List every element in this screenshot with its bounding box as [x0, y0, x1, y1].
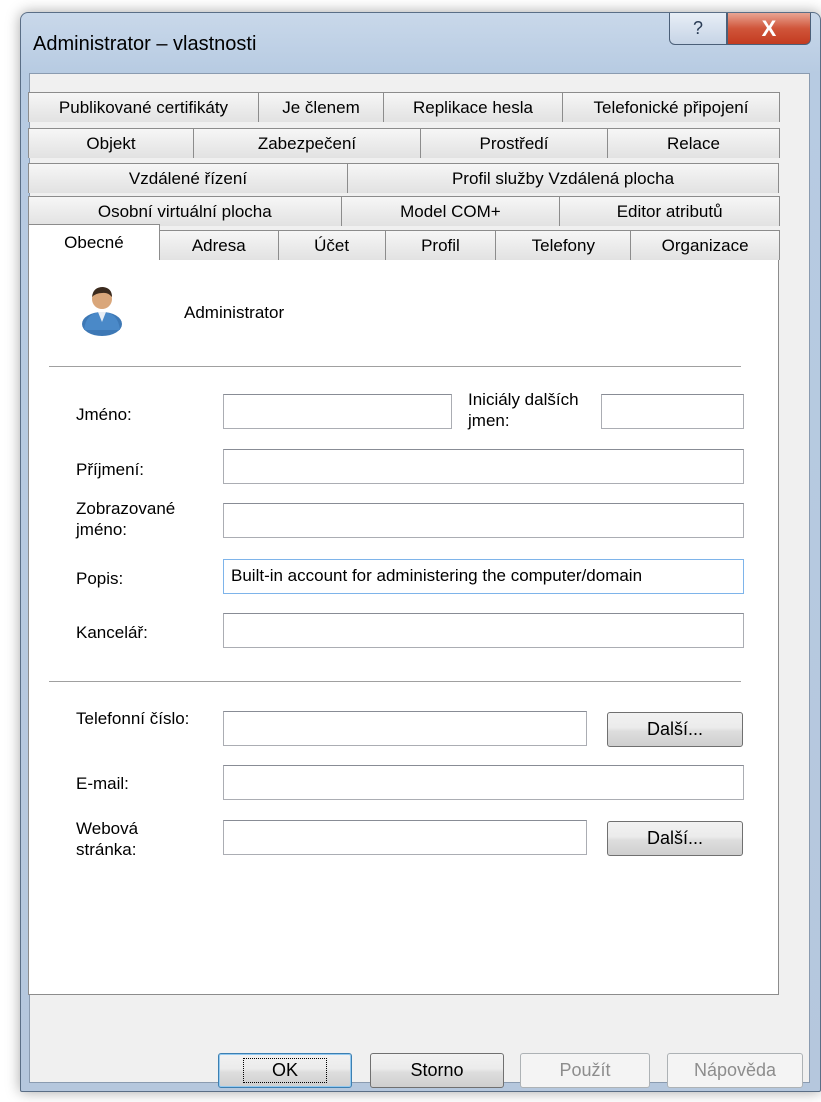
tab-row-3: Vzdálené řízení Profil služby Vzdálená p… — [28, 163, 779, 193]
tab-telefonicke-pripojeni[interactable]: Telefonické připojení — [562, 92, 780, 122]
ok-button-label: OK — [242, 1058, 327, 1083]
tab-profil-sluzby-vzdalena-plocha[interactable]: Profil služby Vzdálená plocha — [347, 163, 779, 193]
jmeno-label: Jméno: — [76, 405, 132, 424]
tab-je-clenem[interactable]: Je členem — [258, 92, 384, 122]
separator-bottom — [49, 681, 741, 682]
close-icon: X — [761, 15, 777, 41]
popis-label: Popis: — [76, 569, 124, 588]
tab-replikace-hesla[interactable]: Replikace hesla — [383, 92, 563, 122]
email-label: E-mail: — [76, 774, 129, 793]
tab-model-com[interactable]: Model COM+ — [340, 196, 561, 226]
prijmeni-label: Příjmení: — [76, 460, 145, 479]
tab-zabezpeceni[interactable]: Zabezpečení — [193, 128, 421, 158]
kancelar-field[interactable] — [223, 613, 744, 648]
web-more-button[interactable]: Další... — [607, 821, 743, 856]
window-title: Administrator – vlastnosti — [33, 33, 257, 55]
inicialy-field[interactable] — [601, 394, 744, 429]
ok-button[interactable]: OK — [218, 1053, 352, 1088]
storno-button[interactable]: Storno — [370, 1053, 504, 1088]
web-field[interactable] — [223, 820, 587, 855]
tab-row-1: Publikované certifikáty Je členem Replik… — [28, 92, 780, 122]
tab-osobni-virtualni-plocha[interactable]: Osobní virtuální plocha — [28, 196, 342, 226]
zobrazovane-jmeno-label: Zobrazované jméno: — [76, 499, 176, 539]
tab-row-2: Objekt Zabezpečení Prostředí Relace — [28, 128, 780, 158]
telefon-more-button[interactable]: Další... — [607, 712, 743, 747]
separator-top — [49, 366, 741, 367]
inicialy-label: Iniciály dalších jmen: — [468, 390, 579, 430]
tab-editor-atributu[interactable]: Editor atributů — [559, 196, 780, 226]
tab-row-4: Osobní virtuální plocha Model COM+ Edito… — [28, 196, 780, 226]
popis-field[interactable]: Built-in account for administering the c… — [223, 559, 744, 594]
tab-publikovane-certifikaty[interactable]: Publikované certifikáty — [28, 92, 259, 122]
tab-ucet[interactable]: Účet — [277, 230, 386, 260]
pouzit-button[interactable]: Použít — [520, 1053, 650, 1088]
kancelar-label: Kancelář: — [76, 623, 148, 642]
zobrazovane-jmeno-field[interactable] — [223, 503, 744, 538]
web-label: Webová stránka: — [76, 819, 139, 859]
title-bar[interactable]: Administrator – vlastnosti ? X — [21, 13, 820, 73]
prijmeni-field[interactable] — [223, 449, 744, 484]
user-icon — [76, 282, 132, 343]
telefon-field[interactable] — [223, 711, 587, 746]
tab-telefony[interactable]: Telefony — [495, 230, 632, 260]
jmeno-field[interactable] — [223, 394, 452, 429]
tab-row-5: Obecné Adresa Účet Profil Telefony Organ… — [28, 224, 781, 260]
tab-organizace[interactable]: Organizace — [630, 230, 781, 260]
user-name: Administrator — [184, 303, 285, 322]
tab-relace[interactable]: Relace — [607, 128, 780, 158]
close-button[interactable]: X — [727, 13, 811, 45]
tab-objekt[interactable]: Objekt — [28, 128, 194, 158]
email-field[interactable] — [223, 765, 744, 800]
tab-vzdalene-rizeni[interactable]: Vzdálené řízení — [28, 163, 348, 193]
question-mark-icon: ? — [692, 18, 703, 38]
tab-adresa[interactable]: Adresa — [158, 230, 279, 260]
tab-profil[interactable]: Profil — [384, 230, 497, 260]
help-button[interactable]: ? — [669, 13, 727, 45]
tab-prostredi[interactable]: Prostředí — [420, 128, 608, 158]
telefon-label: Telefonní číslo: — [76, 709, 190, 728]
napoveda-button[interactable]: Nápověda — [667, 1053, 803, 1088]
tab-obecne[interactable]: Obecné — [28, 224, 160, 260]
